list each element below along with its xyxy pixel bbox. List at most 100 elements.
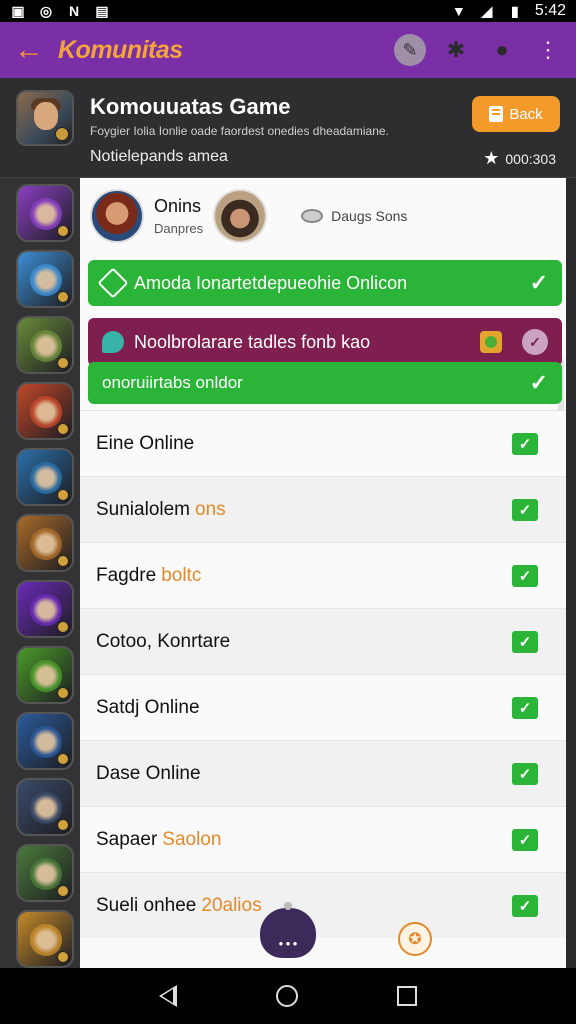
- game-icon[interactable]: [16, 910, 74, 968]
- list-item[interactable]: Sueli onhee 20alios ✓: [80, 872, 566, 938]
- game-art: [30, 462, 62, 494]
- back-button[interactable]: Back: [472, 96, 560, 132]
- community-subtitle: Notielepands amea: [90, 148, 228, 165]
- game-art: [30, 528, 62, 560]
- game-icon[interactable]: [16, 580, 74, 638]
- status-time: 5:42: [534, 2, 566, 19]
- game-icon[interactable]: [16, 646, 74, 704]
- friend-avatar[interactable]: [90, 189, 144, 243]
- chat-icon[interactable]: ●: [486, 34, 518, 66]
- community-avatar: [16, 90, 74, 146]
- online-list: Eine Online ✓ Sunialolem ons ✓ Fagdre boltc ✓ Co…: [80, 410, 566, 938]
- list-item[interactable]: Satdj Online ✓: [80, 674, 566, 740]
- friend-role: Danpres: [154, 221, 204, 236]
- floating-badge-button[interactable]: ● ● ●: [260, 902, 316, 958]
- coin-badge-icon: [57, 357, 69, 369]
- game-art: [30, 330, 62, 362]
- game-icon[interactable]: [16, 778, 74, 836]
- app-screen: ▣ ◎ N ▤ ▼ ◢ ▮ 5:42 ← Komunitas ✎ ✱ ● ⋮ K…: [0, 0, 576, 1024]
- system-nav-bar: [0, 968, 576, 1024]
- game-icon[interactable]: [16, 316, 74, 374]
- status-banner-green[interactable]: onoruiirtabs onldor ✓: [88, 362, 562, 404]
- star-outline-icon: ★: [483, 148, 500, 168]
- edit-icon[interactable]: ✎: [394, 34, 426, 66]
- checkbox-checked-icon[interactable]: ✓: [512, 432, 538, 455]
- coin-badge-icon: [57, 621, 69, 633]
- bubble-icon: [102, 331, 124, 353]
- status-banner-online[interactable]: Amoda Ionartetdepueohie Onlicon ✓: [88, 260, 562, 306]
- checkbox-checked-icon[interactable]: ✓: [512, 894, 538, 917]
- coin-badge-icon: [57, 885, 69, 897]
- checkbox-checked-icon[interactable]: ✓: [512, 630, 538, 653]
- community-header: Komouuatas Game Foygier Iolia Ionlie oad…: [0, 78, 576, 178]
- coin-badge-icon: [57, 423, 69, 435]
- battery-icon: ▮: [511, 2, 519, 19]
- community-title: Komouuatas Game: [90, 94, 291, 119]
- tag-icon: [97, 267, 129, 299]
- game-icon[interactable]: [16, 448, 74, 506]
- wifi-icon: ▼: [451, 3, 466, 19]
- list-item[interactable]: Sapaer Saolon ✓: [80, 806, 566, 872]
- banner-text: Noolbrolarare tadles fonb kao: [134, 331, 371, 352]
- game-art: [30, 198, 62, 230]
- status-banner-purple[interactable]: Noolbrolarare tadles fonb kao ✓: [88, 318, 562, 366]
- nav-home-icon[interactable]: [275, 985, 298, 1007]
- document-icon: [489, 106, 504, 122]
- game-art: [30, 396, 62, 428]
- community-description: Foygier Iolia Ionlie oade faordest onedi…: [90, 124, 389, 138]
- profile-add-icon[interactable]: ✪: [398, 922, 432, 956]
- game-art: [30, 858, 62, 890]
- list-item-label: Sueli onhee: [96, 894, 197, 916]
- game-icon[interactable]: [16, 514, 74, 572]
- coin-badge-icon: [57, 687, 69, 699]
- banner-text: onoruiirtabs onldor: [102, 373, 243, 392]
- list-item-label: Eine Online: [96, 432, 195, 454]
- checkbox-checked-icon[interactable]: ✓: [512, 498, 538, 521]
- game-icon[interactable]: [16, 712, 74, 770]
- list-item-accent: Saolon: [162, 828, 222, 850]
- nav-back-icon[interactable]: [159, 985, 178, 1007]
- game-sidebar: [0, 178, 80, 968]
- friend-name: Onins: [154, 196, 202, 216]
- game-icon[interactable]: [16, 382, 74, 440]
- sync-icon: ◎: [39, 2, 53, 19]
- coin-badge-icon: [57, 291, 69, 303]
- check-circle-icon[interactable]: ✓: [522, 329, 548, 355]
- star-icon[interactable]: ✱: [440, 34, 472, 66]
- list-item[interactable]: Sunialolem ons ✓: [80, 476, 566, 542]
- list-item[interactable]: Fagdre boltc ✓: [80, 542, 566, 608]
- nav-recents-icon[interactable]: [396, 986, 417, 1006]
- back-button-label: Back: [509, 105, 543, 123]
- game-icon[interactable]: [16, 250, 74, 308]
- back-arrow-icon[interactable]: ←: [12, 33, 46, 67]
- checkbox-checked-icon[interactable]: ✓: [512, 762, 538, 785]
- app-title: Komunitas: [58, 35, 183, 64]
- game-icon[interactable]: [16, 844, 74, 902]
- list-item[interactable]: Dase Online ✓: [80, 740, 566, 806]
- coin-badge-icon: [57, 489, 69, 501]
- rating-value: 000:303: [505, 150, 556, 167]
- game-art: [30, 264, 62, 296]
- bag-icon: ▤: [95, 2, 109, 19]
- list-item-accent: 20alios: [201, 894, 262, 916]
- list-item[interactable]: Cotoo, Konrtare ✓: [80, 608, 566, 674]
- link-icon: [301, 209, 324, 223]
- checkbox-checked-icon[interactable]: ✓: [512, 828, 538, 851]
- friend-link[interactable]: Daugs Sons: [301, 208, 407, 224]
- game-icon[interactable]: [16, 184, 74, 242]
- game-art: [30, 660, 62, 692]
- banner-text: Amoda Ionartetdepueohie Onlicon: [134, 272, 408, 293]
- game-art: [30, 726, 62, 758]
- checkbox-checked-icon[interactable]: ✓: [512, 564, 538, 587]
- list-item-label: Sapaer: [96, 828, 158, 850]
- badge-dots-icon: ● ● ●: [278, 939, 298, 948]
- main-panel: Onins Danpres Daugs Sons Amoda Ionartetd…: [80, 178, 566, 968]
- friend-avatar[interactable]: [213, 189, 268, 243]
- more-vert-icon[interactable]: ⋮: [532, 34, 564, 66]
- game-art: [30, 792, 62, 824]
- list-item[interactable]: Eine Online ✓: [80, 410, 566, 476]
- checkbox-checked-icon[interactable]: ✓: [512, 696, 538, 719]
- list-item-accent: boltc: [161, 564, 202, 586]
- list-item-label: Dase Online: [96, 762, 201, 784]
- pin-icon: [284, 902, 292, 910]
